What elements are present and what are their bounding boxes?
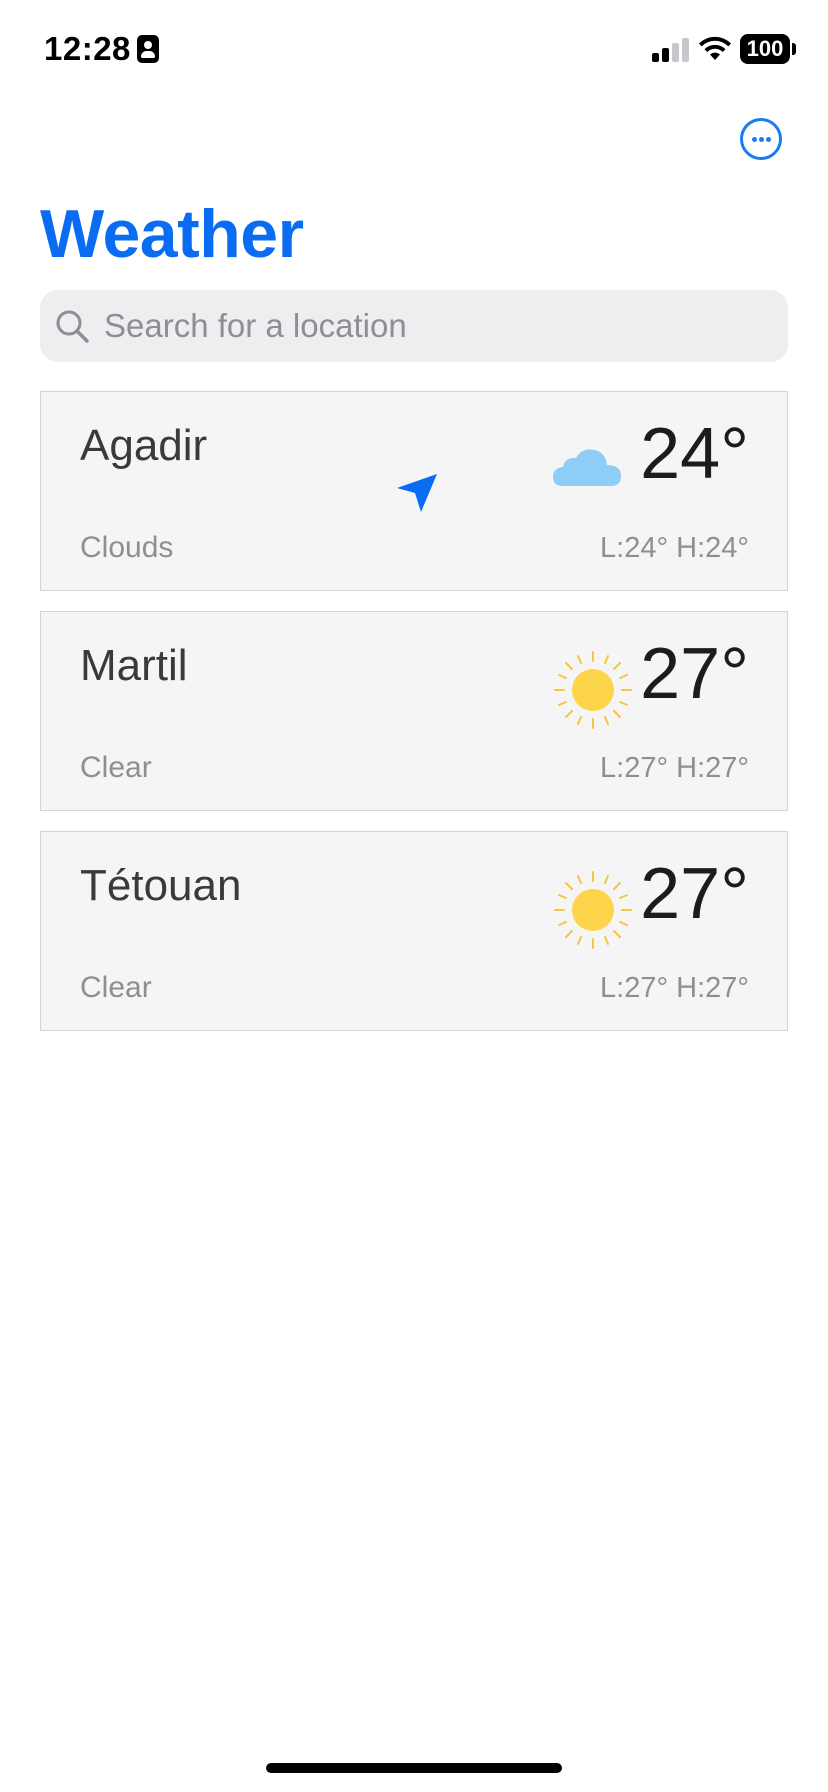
sun-icon (554, 871, 632, 949)
status-bar: 12:28 100 (0, 0, 828, 100)
wifi-icon (699, 36, 731, 60)
search-input[interactable] (104, 290, 764, 362)
more-options-button[interactable] (740, 118, 782, 160)
location-arrow-icon (397, 474, 437, 512)
city-temperature-range: L:24° H:24° (600, 532, 749, 564)
city-condition: Clear (80, 751, 152, 784)
home-indicator[interactable] (266, 1763, 562, 1773)
search-icon (56, 310, 89, 343)
city-name: Martil (80, 641, 188, 690)
city-temperature: 27° (640, 854, 749, 934)
person-badge-icon (137, 35, 159, 63)
battery-level: 100 (740, 34, 790, 64)
city-card-agadir[interactable]: Agadir 24° Clouds L:24° H:24° (40, 391, 788, 591)
battery-tip (792, 43, 796, 55)
cloud-icon (553, 449, 621, 486)
sun-icon (554, 651, 632, 729)
status-time: 12:28 (44, 30, 131, 67)
city-condition: Clear (80, 971, 152, 1004)
city-name: Agadir (80, 421, 208, 470)
city-temperature-range: L:27° H:27° (600, 752, 749, 784)
city-name: Tétouan (80, 861, 242, 910)
city-list: Agadir 24° Clouds L:24° H:24° Martil 27°… (40, 391, 788, 1051)
city-temperature: 24° (640, 414, 749, 494)
page-title: Weather (40, 196, 304, 272)
city-temperature: 27° (640, 634, 749, 714)
search-bar[interactable] (40, 290, 788, 362)
city-temperature-range: L:27° H:27° (600, 972, 749, 1004)
city-condition: Clouds (80, 531, 174, 564)
cellular-signal-icon (652, 38, 690, 62)
city-card-martil[interactable]: Martil 27° Clear L:27° H:27° (40, 611, 788, 811)
city-card-tetouan[interactable]: Tétouan 27° Clear L:27° H:27° (40, 831, 788, 1031)
ellipsis-dot (766, 137, 771, 142)
ellipsis-dot (759, 137, 764, 142)
ellipsis-circle-icon (752, 137, 757, 142)
